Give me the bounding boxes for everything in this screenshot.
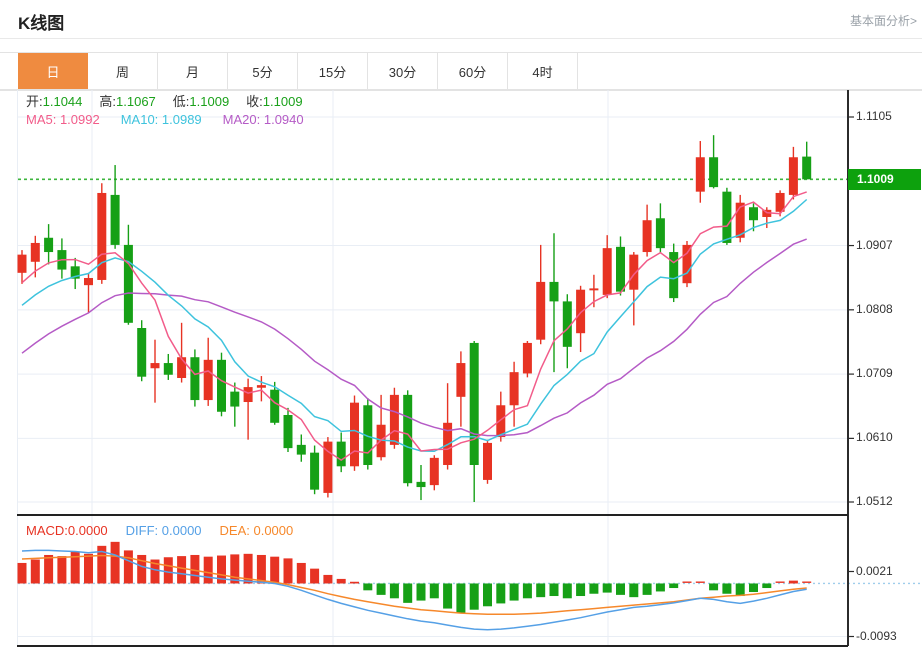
chart-area[interactable]: [0, 90, 922, 653]
timeframe-tabbar: 日周月 5分 15分 30分 60分 4时: [0, 52, 922, 90]
macd-tick-label: -0.0093: [856, 628, 897, 643]
pane-separator: [17, 514, 848, 516]
price-tick-label: 1.0907: [856, 237, 893, 252]
ohlc-item: 开:1.1044: [26, 94, 83, 109]
tab-timeframe-0[interactable]: 日: [18, 53, 88, 89]
fundamental-analysis-link[interactable]: 基本面分析>: [850, 12, 917, 29]
kline-widget: K线图 基本面分析> 日周月 5分 15分 30分 60分 4时 开:1.1044 高:1.…: [0, 0, 922, 653]
candlestick-pane[interactable]: [0, 90, 922, 515]
current-price-flag: 1.1009: [848, 168, 921, 190]
tab-timeframe-1[interactable]: 周: [88, 53, 158, 89]
price-tick-label: 1.1105: [856, 109, 892, 123]
header-divider: [0, 38, 922, 39]
macd-tick-label: 0.0021: [856, 563, 893, 578]
page-title: K线图: [18, 14, 65, 33]
macd-legend-item: MACD:0.0000: [26, 523, 108, 538]
chart-bottom-border: [17, 645, 848, 647]
ma-legend-item: MA10: 1.0989: [120, 112, 202, 127]
ma-legend-item: MA5: 1.0992: [26, 112, 100, 127]
price-tick-label: 1.0808: [856, 301, 893, 316]
macd-legend: MACD:0.0000 DIFF: 0.0000 DEA: 0.0000: [26, 523, 293, 538]
tab-timeframe-2[interactable]: 月: [158, 53, 228, 89]
ohlc-item: 高:1.1067: [99, 94, 156, 109]
price-tick-label: 1.0709: [856, 366, 893, 381]
price-tick-label: 1.0512: [856, 494, 893, 508]
tab-timeframe-7[interactable]: 4时: [508, 53, 578, 89]
ohlc-item: 低:1.1009: [172, 94, 230, 109]
tab-timeframe-4[interactable]: 15分: [298, 53, 368, 89]
ohlc-readout: 开:1.1044 高:1.1067 低:1.1009 收:1.1009: [26, 94, 303, 109]
ohlc-item: 收:1.1009: [246, 94, 303, 109]
tab-timeframe-3[interactable]: 5分: [228, 53, 298, 89]
ma-legend-item: MA20: 1.0940: [222, 112, 304, 127]
macd-legend-item: DEA: 0.0000: [219, 523, 294, 538]
ma-legend: MA5: 1.0992 MA10: 1.0989 MA20: 1.0940: [26, 112, 304, 127]
macd-legend-item: DIFF: 0.0000: [125, 523, 202, 538]
tab-timeframe-5[interactable]: 30分: [368, 53, 438, 89]
price-tick-label: 1.0610: [856, 430, 893, 445]
tab-timeframe-6[interactable]: 60分: [438, 53, 508, 89]
